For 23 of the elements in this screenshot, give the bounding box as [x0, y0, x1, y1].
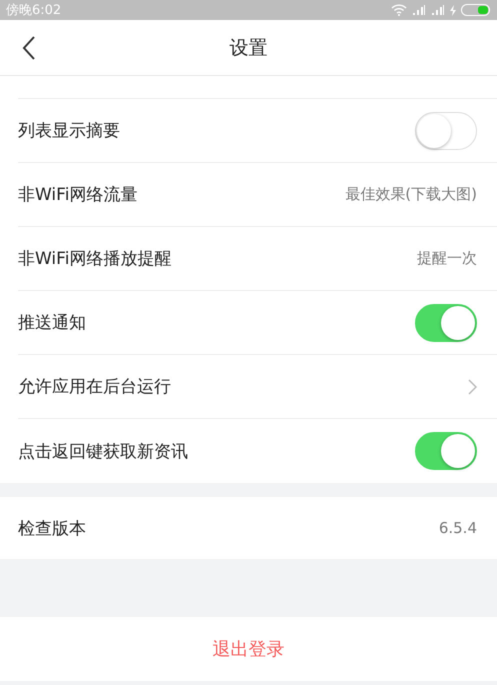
status-time: 傍晚6:02 [6, 2, 62, 19]
toggle-switch[interactable] [415, 432, 477, 470]
wifi-icon [391, 4, 407, 16]
row-label: 非WiFi网络流量 [18, 184, 138, 206]
toggle-switch[interactable] [415, 112, 477, 150]
row-label: 列表显示摘要 [18, 120, 120, 142]
row-value: 最佳效果(下载大图) [345, 185, 477, 204]
signal-icon [431, 5, 445, 15]
row-label: 非WiFi网络播放提醒 [18, 248, 172, 270]
chevron-right-icon [468, 378, 477, 394]
row-label: 推送通知 [18, 312, 86, 334]
signal-icon [412, 5, 426, 15]
row-label: 允许应用在后台运行 [18, 376, 171, 398]
row-label: 检查版本 [18, 518, 86, 540]
row-value: 提醒一次 [417, 249, 477, 268]
page-title: 设置 [230, 36, 268, 60]
row-label: 点击返回键获取新资讯 [18, 440, 188, 462]
version-number: 6.5.4 [438, 519, 477, 537]
toggle-switch[interactable] [415, 304, 477, 342]
settings-row[interactable]: 检查版本 6.5.4 [0, 497, 497, 559]
battery-icon [461, 4, 491, 16]
back-icon[interactable] [22, 36, 36, 60]
charging-icon [450, 4, 456, 16]
